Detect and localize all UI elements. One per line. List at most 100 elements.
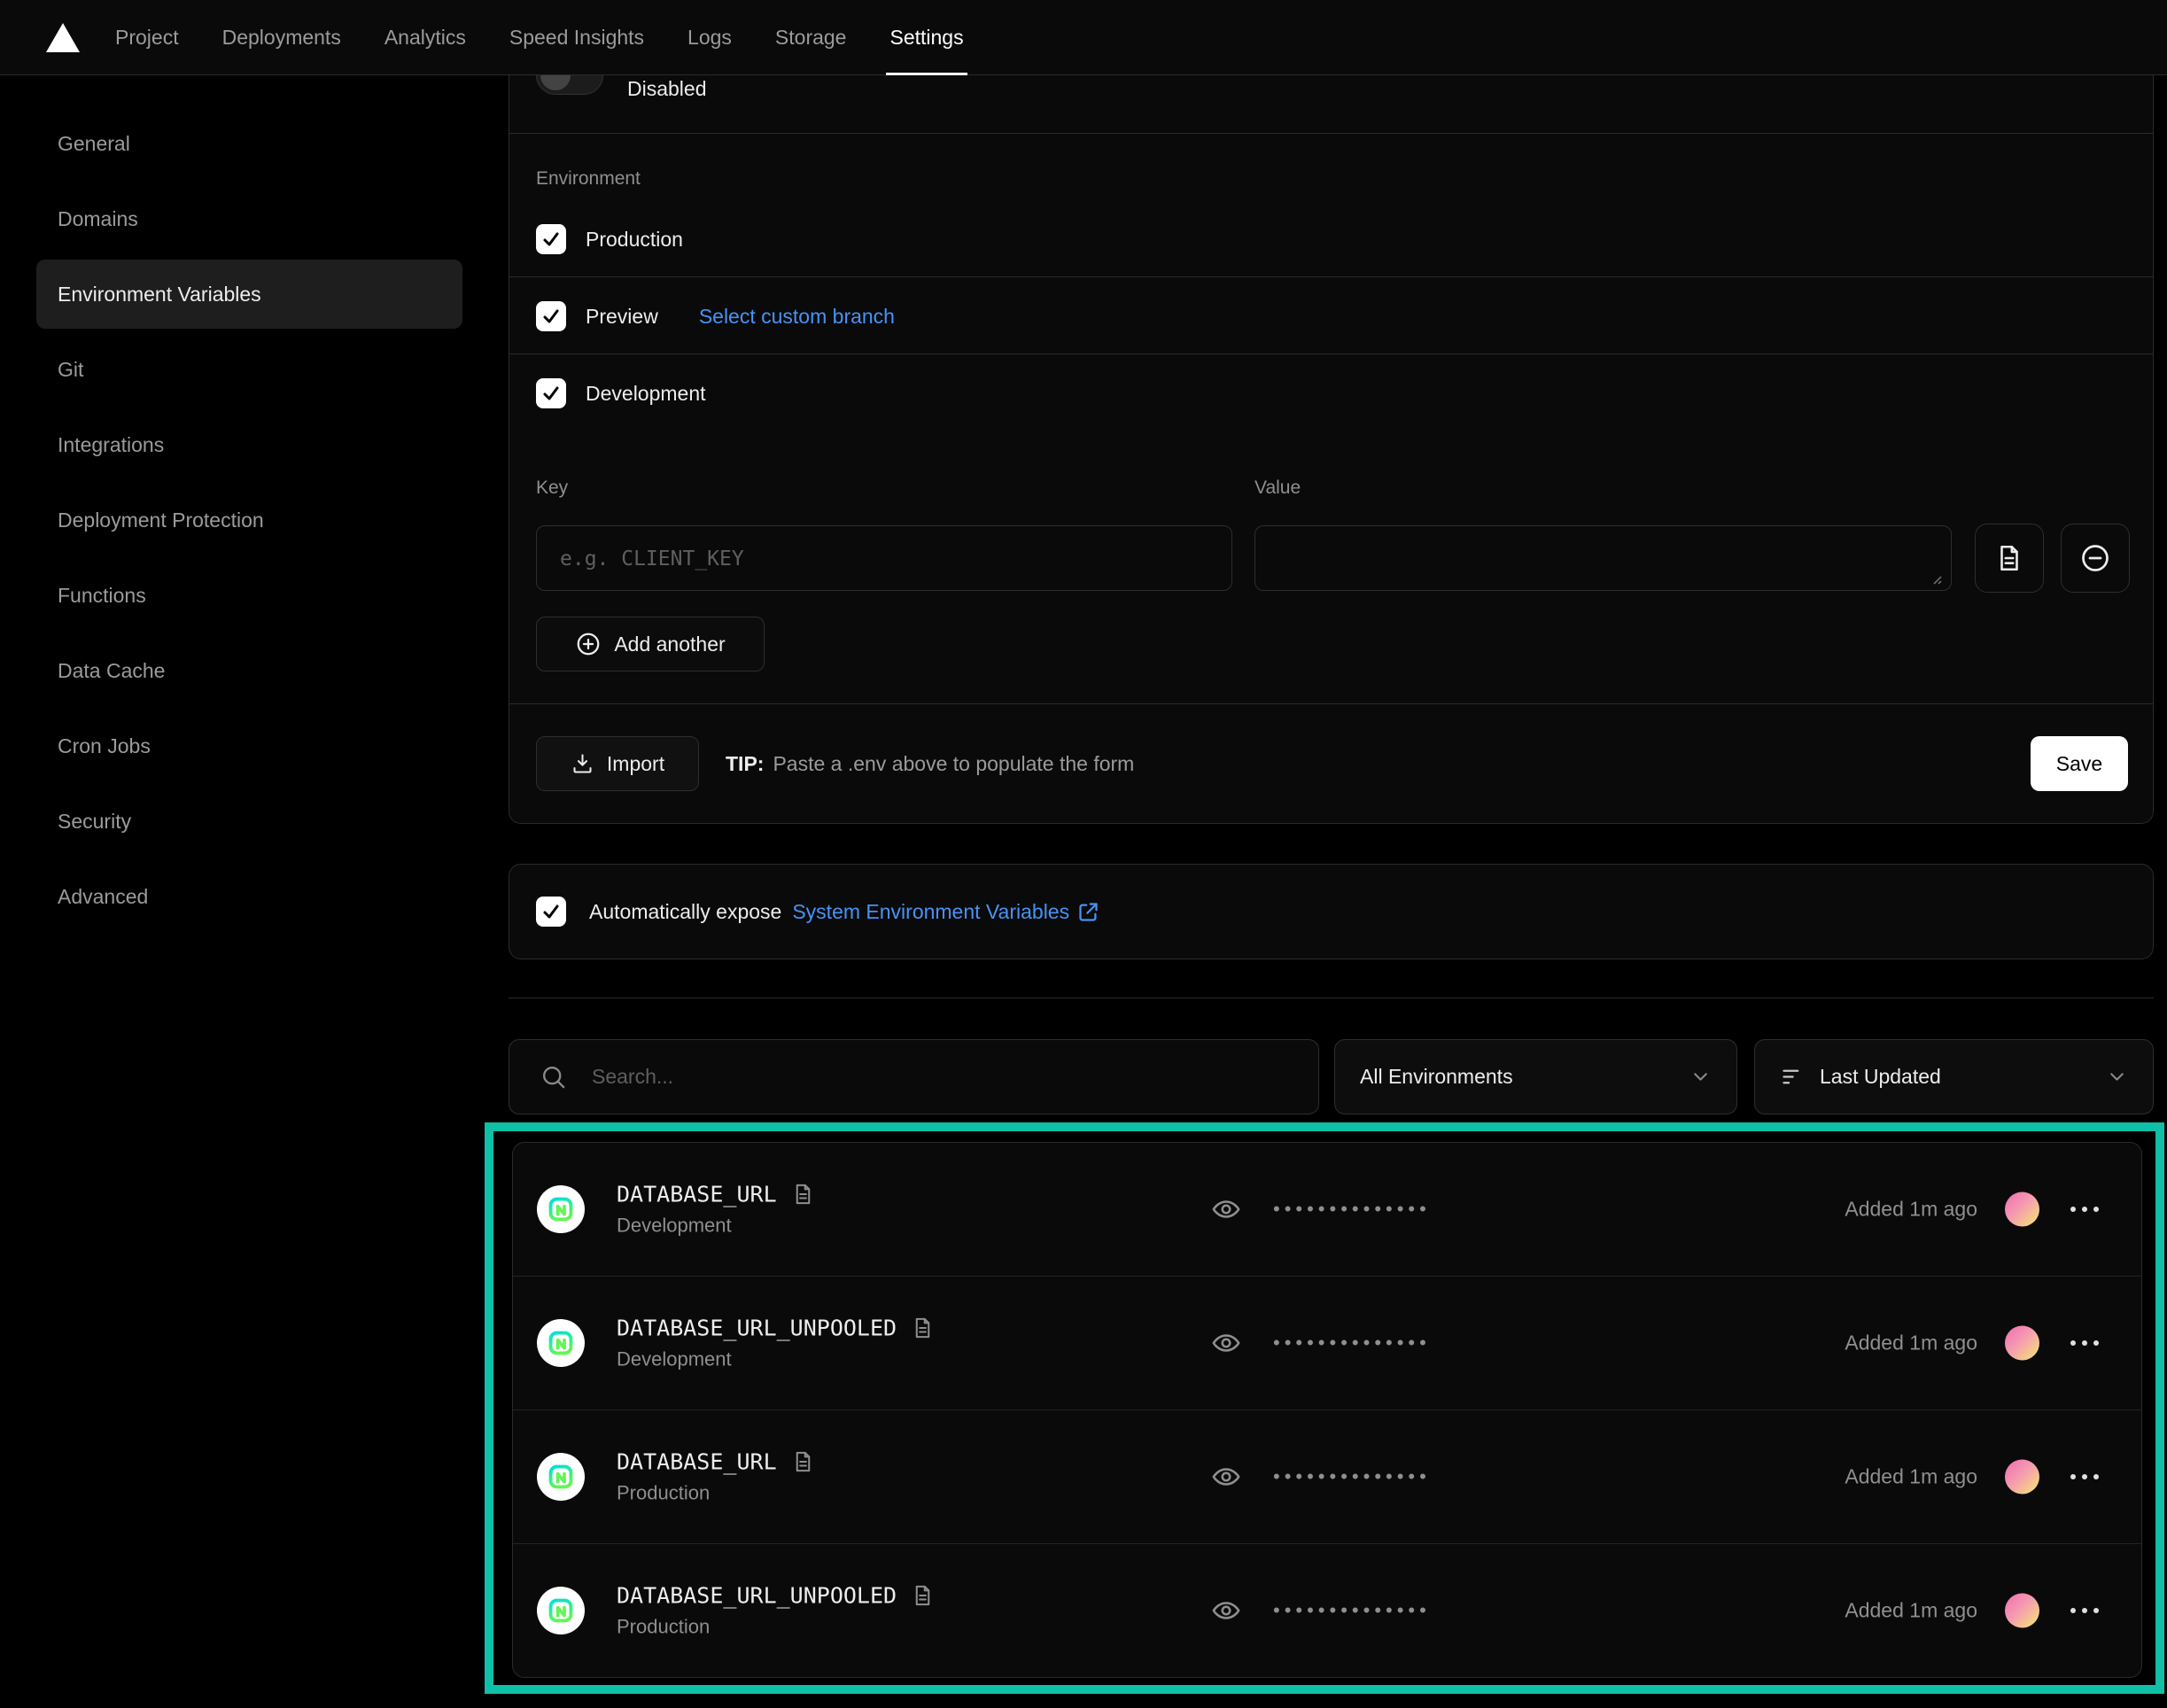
env-var-row-database-url-production[interactable]: DATABASE_URL Production •••••••••••••• A…	[513, 1409, 2141, 1543]
tip-text: TIP: Paste a .env above to populate the …	[726, 704, 1134, 824]
env-variable-form-card: Disabled Environment Production Preview …	[509, 75, 2154, 824]
import-button[interactable]: Import	[536, 736, 699, 791]
neon-integration-icon	[537, 1185, 585, 1233]
check-icon	[540, 229, 562, 250]
environment-section-label: Environment	[536, 168, 641, 190]
sort-lines-icon	[1780, 1065, 1804, 1089]
env-var-name: DATABASE_URL_UNPOOLED	[617, 1316, 897, 1341]
select-custom-branch-link[interactable]: Select custom branch	[699, 305, 895, 329]
user-avatar	[2005, 1192, 2039, 1227]
reveal-value-eye-icon[interactable]	[1211, 1462, 1241, 1492]
reveal-value-eye-icon[interactable]	[1211, 1194, 1241, 1224]
key-label: Key	[536, 477, 568, 499]
nav-item-speed-insights[interactable]: Speed Insights	[509, 0, 644, 75]
system-env-card: Automatically expose System Environment …	[509, 864, 2154, 959]
row-menu-button[interactable]	[2062, 1331, 2108, 1355]
preview-label: Preview	[586, 305, 658, 329]
env-var-environment: Development	[617, 1215, 815, 1238]
sidebar-item-cron-jobs[interactable]: Cron Jobs	[36, 711, 462, 780]
env-var-text: DATABASE_URL_UNPOOLED Production	[617, 1583, 935, 1639]
env-var-row-database-url-unpooled-development[interactable]: DATABASE_URL_UNPOOLED Development ••••••…	[513, 1276, 2141, 1409]
check-icon	[540, 901, 562, 922]
resize-handle-icon[interactable]	[1929, 571, 1943, 586]
sidebar-item-security[interactable]: Security	[36, 787, 462, 856]
import-label: Import	[607, 752, 664, 776]
value-label: Value	[1254, 477, 1301, 499]
user-avatar	[2005, 1460, 2039, 1494]
row-menu-button[interactable]	[2062, 1198, 2108, 1221]
nav-item-settings[interactable]: Settings	[889, 0, 963, 75]
row-menu-button[interactable]	[2062, 1599, 2108, 1622]
external-link-icon[interactable]	[1076, 900, 1100, 924]
sidebar-item-git[interactable]: Git	[36, 335, 462, 404]
env-var-text: DATABASE_URL Development	[617, 1182, 815, 1238]
added-timestamp: Added 1m ago	[1845, 1331, 1977, 1355]
env-var-row-database-url-development[interactable]: DATABASE_URL Development •••••••••••••• …	[513, 1143, 2141, 1276]
plus-circle-icon	[575, 631, 602, 657]
masked-value: ••••••••••••••	[1273, 1198, 1431, 1221]
added-timestamp: Added 1m ago	[1845, 1465, 1977, 1489]
sidebar-item-deployment-protection[interactable]: Deployment Protection	[36, 485, 462, 555]
env-var-name: DATABASE_URL_UNPOOLED	[617, 1583, 897, 1609]
reveal-value-eye-icon[interactable]	[1211, 1328, 1241, 1358]
add-another-label: Add another	[614, 633, 725, 656]
nav-item-logs[interactable]: Logs	[687, 0, 732, 75]
sidebar-item-integrations[interactable]: Integrations	[36, 410, 462, 479]
divider	[509, 276, 2153, 277]
chevron-down-icon	[1689, 1066, 1712, 1088]
save-button[interactable]: Save	[2031, 736, 2128, 791]
env-var-name: DATABASE_URL	[617, 1182, 777, 1207]
value-input[interactable]	[1254, 525, 1952, 591]
toggle-label: Disabled	[627, 77, 707, 101]
env-var-environment: Development	[617, 1348, 935, 1371]
nav-item-analytics[interactable]: Analytics	[384, 0, 466, 75]
nav-item-project[interactable]: Project	[115, 0, 179, 75]
chevron-down-icon	[2106, 1066, 2128, 1088]
sort-dropdown[interactable]: Last Updated	[1754, 1039, 2154, 1114]
environment-option-development: Development	[536, 362, 706, 424]
nav-item-storage[interactable]: Storage	[775, 0, 847, 75]
masked-value: ••••••••••••••	[1273, 1599, 1431, 1622]
note-icon[interactable]	[791, 1183, 815, 1207]
sidebar-item-functions[interactable]: Functions	[36, 561, 462, 630]
sidebar-item-advanced[interactable]: Advanced	[36, 862, 462, 931]
note-icon[interactable]	[911, 1316, 935, 1340]
added-timestamp: Added 1m ago	[1845, 1599, 1977, 1623]
production-label: Production	[586, 228, 683, 252]
note-icon[interactable]	[911, 1584, 935, 1608]
row-menu-button[interactable]	[2062, 1465, 2108, 1488]
sidebar-item-environment-variables[interactable]: Environment Variables	[36, 260, 462, 329]
note-icon[interactable]	[791, 1450, 815, 1474]
environment-filter-dropdown[interactable]: All Environments	[1334, 1039, 1737, 1114]
sidebar-item-data-cache[interactable]: Data Cache	[36, 636, 462, 705]
vercel-logo-icon[interactable]	[46, 23, 80, 52]
add-another-button[interactable]: Add another	[536, 617, 765, 672]
development-checkbox[interactable]	[536, 378, 566, 408]
remove-row-button[interactable]	[2061, 524, 2130, 593]
sidebar-item-general[interactable]: General	[36, 109, 462, 178]
top-nav: Project Deployments Analytics Speed Insi…	[0, 0, 2167, 75]
key-input[interactable]	[536, 525, 1232, 591]
environment-filter-value: All Environments	[1360, 1065, 1513, 1089]
check-icon	[540, 306, 562, 327]
paste-env-button[interactable]	[1975, 524, 2044, 593]
env-var-row-database-url-unpooled-production[interactable]: DATABASE_URL_UNPOOLED Production •••••••…	[513, 1543, 2141, 1677]
system-env-vars-link[interactable]: System Environment Variables	[792, 900, 1069, 924]
env-variables-list: DATABASE_URL Development •••••••••••••• …	[512, 1142, 2142, 1678]
divider	[509, 133, 2153, 134]
search-box	[509, 1039, 1319, 1114]
production-checkbox[interactable]	[536, 224, 566, 254]
auto-expose-label: Automatically expose	[589, 900, 781, 924]
document-icon	[1994, 543, 2024, 573]
sidebar-item-domains[interactable]: Domains	[36, 184, 462, 253]
auto-expose-checkbox[interactable]	[536, 897, 566, 927]
nav-item-deployments[interactable]: Deployments	[222, 0, 341, 75]
neon-integration-icon	[537, 1453, 585, 1501]
environment-option-production: Production	[536, 208, 683, 270]
added-timestamp: Added 1m ago	[1845, 1198, 1977, 1222]
reveal-value-eye-icon[interactable]	[1211, 1595, 1241, 1626]
search-input[interactable]	[592, 1065, 1288, 1089]
preview-checkbox[interactable]	[536, 301, 566, 331]
download-icon	[571, 752, 594, 776]
minus-circle-icon	[2079, 542, 2111, 574]
